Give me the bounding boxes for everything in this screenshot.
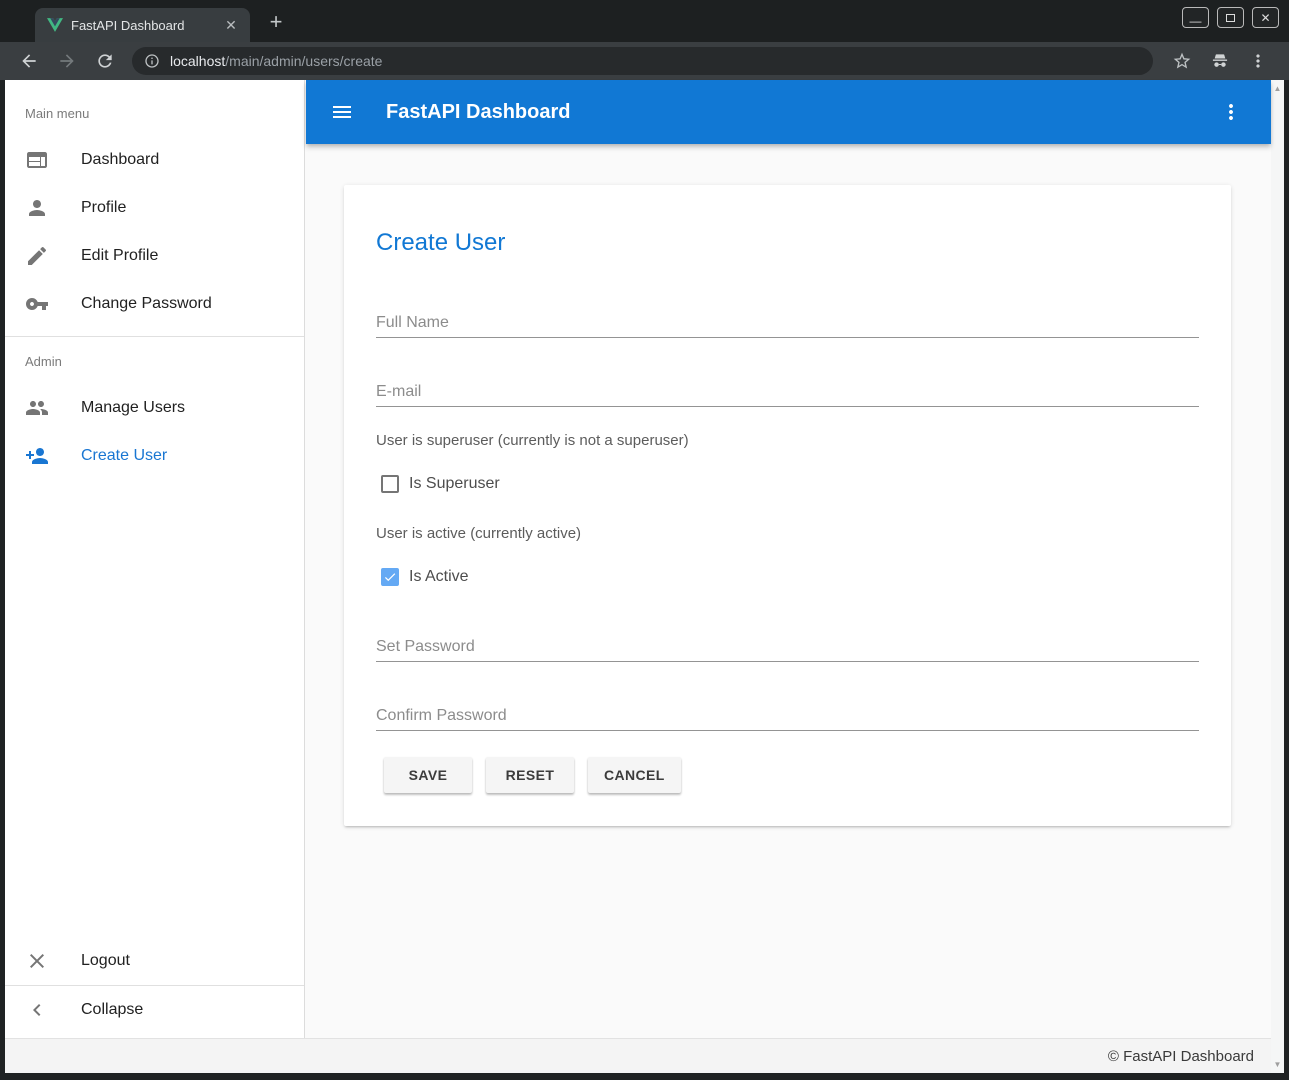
tab-title: FastAPI Dashboard xyxy=(71,18,222,33)
sidebar-item-label: Manage Users xyxy=(81,399,185,417)
page-info-icon[interactable] xyxy=(144,53,160,69)
sidebar-item-profile[interactable]: Profile xyxy=(5,184,304,232)
chevron-left-icon xyxy=(25,998,49,1022)
create-user-card: Create User Full Name E-mail User is sup… xyxy=(344,185,1231,826)
address-bar[interactable]: localhost/main/admin/users/create xyxy=(132,47,1153,75)
back-button[interactable] xyxy=(17,49,41,73)
sidebar-item-logout[interactable]: Logout xyxy=(5,937,304,985)
tab-close-icon[interactable]: ✕ xyxy=(222,16,240,34)
full-name-label: Full Name xyxy=(376,313,1199,332)
sidebar-divider xyxy=(5,336,304,337)
sidebar-item-change-password[interactable]: Change Password xyxy=(5,280,304,328)
scroll-up-icon[interactable]: ▲ xyxy=(1271,82,1284,95)
full-name-field[interactable]: Full Name xyxy=(376,313,1199,338)
sidebar-item-edit-profile[interactable]: Edit Profile xyxy=(5,232,304,280)
people-icon xyxy=(25,396,49,420)
person-add-icon xyxy=(25,444,49,468)
pencil-icon xyxy=(25,244,49,268)
page: Main menu Dashboard Profile Edit Profile… xyxy=(5,80,1284,1073)
sidebar-item-label: Dashboard xyxy=(81,151,159,169)
app-menu-icon[interactable] xyxy=(1219,100,1243,124)
sidebar-item-label: Create User xyxy=(81,447,167,465)
copyright-text: © FastAPI Dashboard xyxy=(1108,1048,1254,1065)
is-superuser-checkbox-row[interactable]: Is Superuser xyxy=(376,474,1199,494)
is-active-checkbox[interactable] xyxy=(381,568,399,586)
sidebar-item-label: Logout xyxy=(81,952,130,970)
window-close-button[interactable]: ✕ xyxy=(1252,7,1279,28)
page-footer: © FastAPI Dashboard xyxy=(5,1038,1271,1073)
is-superuser-label: Is Superuser xyxy=(409,475,500,493)
hamburger-menu-icon[interactable] xyxy=(330,100,354,124)
active-hint: User is active (currently active) xyxy=(376,524,1199,543)
sidebar-item-label: Edit Profile xyxy=(81,247,158,265)
confirm-password-label: Confirm Password xyxy=(376,706,1199,725)
app-title: FastAPI Dashboard xyxy=(386,101,1219,124)
sidebar-item-collapse[interactable]: Collapse xyxy=(5,986,304,1034)
reload-button[interactable] xyxy=(93,49,117,73)
dashboard-icon xyxy=(25,148,49,172)
scroll-down-icon[interactable]: ▼ xyxy=(1271,1058,1284,1071)
cancel-button[interactable]: CANCEL xyxy=(588,757,681,793)
sidebar-item-dashboard[interactable]: Dashboard xyxy=(5,136,304,184)
person-icon xyxy=(25,196,49,220)
app-bar: FastAPI Dashboard xyxy=(306,80,1271,144)
browser-menu-icon[interactable] xyxy=(1246,49,1270,73)
browser-tab[interactable]: FastAPI Dashboard ✕ xyxy=(35,8,250,42)
browser-chrome: FastAPI Dashboard ✕ + — ✕ localhost/main… xyxy=(0,0,1289,80)
sidebar: Main menu Dashboard Profile Edit Profile… xyxy=(5,80,305,1038)
bookmark-star-icon[interactable] xyxy=(1170,49,1194,73)
sidebar-item-label: Profile xyxy=(81,199,126,217)
url-text: localhost/main/admin/users/create xyxy=(170,53,382,69)
email-label: E-mail xyxy=(376,382,1199,401)
window-minimize-button[interactable]: — xyxy=(1182,7,1209,28)
sidebar-section-admin: Admin xyxy=(5,354,304,369)
close-icon xyxy=(25,949,49,973)
incognito-icon xyxy=(1208,49,1232,73)
main-area: FastAPI Dashboard Create User Full Name … xyxy=(306,80,1271,1038)
forward-button[interactable] xyxy=(55,49,79,73)
is-active-label: Is Active xyxy=(409,568,469,586)
is-active-checkbox-row[interactable]: Is Active xyxy=(376,567,1199,587)
window-controls: — ✕ xyxy=(1182,7,1279,28)
sidebar-item-manage-users[interactable]: Manage Users xyxy=(5,384,304,432)
sidebar-section-main-menu: Main menu xyxy=(5,106,304,121)
email-field[interactable]: E-mail xyxy=(376,382,1199,407)
set-password-label: Set Password xyxy=(376,637,1199,656)
new-tab-button[interactable]: + xyxy=(262,9,290,37)
reset-button[interactable]: RESET xyxy=(486,757,574,793)
set-password-field[interactable]: Set Password xyxy=(376,637,1199,662)
is-superuser-checkbox[interactable] xyxy=(381,475,399,493)
tab-strip: FastAPI Dashboard ✕ + — ✕ xyxy=(0,0,1289,42)
sidebar-item-create-user[interactable]: Create User xyxy=(5,432,304,480)
vue-logo-icon xyxy=(47,18,63,32)
save-button[interactable]: SAVE xyxy=(384,757,472,793)
key-icon xyxy=(25,292,49,316)
form-buttons: SAVE RESET CANCEL xyxy=(384,757,1199,793)
sidebar-item-label: Collapse xyxy=(81,1001,143,1019)
browser-toolbar: localhost/main/admin/users/create xyxy=(0,42,1289,80)
superuser-hint: User is superuser (currently is not a su… xyxy=(376,431,1199,450)
confirm-password-field[interactable]: Confirm Password xyxy=(376,706,1199,731)
page-title: Create User xyxy=(376,185,1199,257)
vertical-scrollbar[interactable]: ▲ ▼ xyxy=(1271,80,1284,1073)
sidebar-item-label: Change Password xyxy=(81,295,212,313)
window-maximize-button[interactable] xyxy=(1217,7,1244,28)
